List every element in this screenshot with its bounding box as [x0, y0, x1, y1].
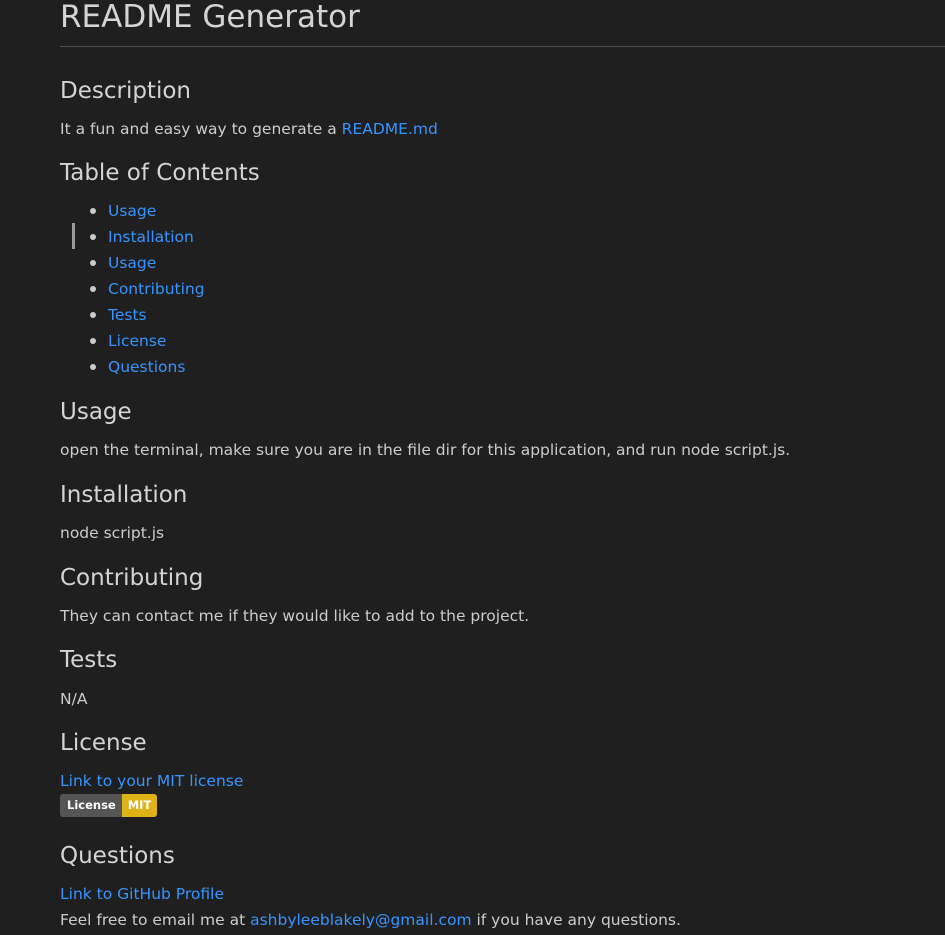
toc-item: Tests: [60, 303, 205, 329]
toc-item: Questions: [60, 355, 205, 381]
toc-item: Usage: [60, 199, 205, 225]
readme-link[interactable]: README.md: [342, 120, 438, 138]
toc-list: Usage Installation Usage Contributing Te…: [60, 199, 205, 381]
bullet-icon: [90, 260, 96, 266]
bullet-icon: [90, 286, 96, 292]
github-profile-link[interactable]: Link to GitHub Profile: [60, 885, 224, 903]
installation-text: node script.js: [60, 524, 165, 542]
license-badge[interactable]: License MIT: [60, 794, 158, 817]
contributing-text: They can contact me if they would like t…: [60, 607, 530, 625]
toc-link-usage[interactable]: Usage: [108, 202, 156, 220]
bullet-icon: [90, 338, 96, 344]
email-prefix: Feel free to email me at: [60, 911, 251, 929]
bullet-icon: [90, 208, 96, 214]
title-divider: [60, 46, 945, 47]
license-heading: License: [60, 730, 147, 756]
bullet-icon: [90, 364, 96, 370]
toc-item: License: [60, 329, 205, 355]
bullet-icon: [90, 234, 96, 240]
badge-value: MIT: [121, 794, 158, 817]
email-text: Feel free to email me at ashbyleeblakely…: [60, 909, 681, 931]
questions-heading: Questions: [60, 843, 175, 869]
toc-link-usage-2[interactable]: Usage: [108, 254, 156, 272]
markdown-preview: README Generator Description It a fun an…: [0, 0, 945, 935]
toc-link-questions[interactable]: Questions: [108, 358, 185, 376]
tests-heading: Tests: [60, 647, 118, 673]
email-suffix: if you have any questions.: [471, 911, 681, 929]
toc-item: Usage: [60, 251, 205, 277]
description-heading: Description: [60, 78, 191, 104]
usage-text: open the terminal, make sure you are in …: [60, 441, 791, 459]
license-link-line: Link to your MIT license: [60, 770, 243, 792]
toc-link-contributing[interactable]: Contributing: [108, 280, 205, 298]
license-link[interactable]: Link to your MIT license: [60, 772, 243, 790]
description-prefix: It a fun and easy way to generate a: [60, 120, 342, 138]
toc-link-tests[interactable]: Tests: [108, 306, 147, 324]
description-text: It a fun and easy way to generate a READ…: [60, 118, 438, 140]
tests-text: N/A: [60, 690, 88, 708]
toc-item: Installation: [60, 225, 205, 251]
badge-label: License: [60, 794, 122, 817]
installation-heading: Installation: [60, 482, 188, 508]
profile-link-line: Link to GitHub Profile: [60, 883, 224, 905]
toc-link-installation[interactable]: Installation: [108, 228, 194, 246]
toc-heading: Table of Contents: [60, 160, 260, 186]
toc-item: Contributing: [60, 277, 205, 303]
usage-heading: Usage: [60, 399, 132, 425]
contributing-heading: Contributing: [60, 565, 204, 591]
toc-link-license[interactable]: License: [108, 332, 166, 350]
email-link[interactable]: ashbyleeblakely@gmail.com: [250, 911, 471, 929]
bullet-icon: [90, 312, 96, 318]
page-title: README Generator: [60, 0, 360, 35]
